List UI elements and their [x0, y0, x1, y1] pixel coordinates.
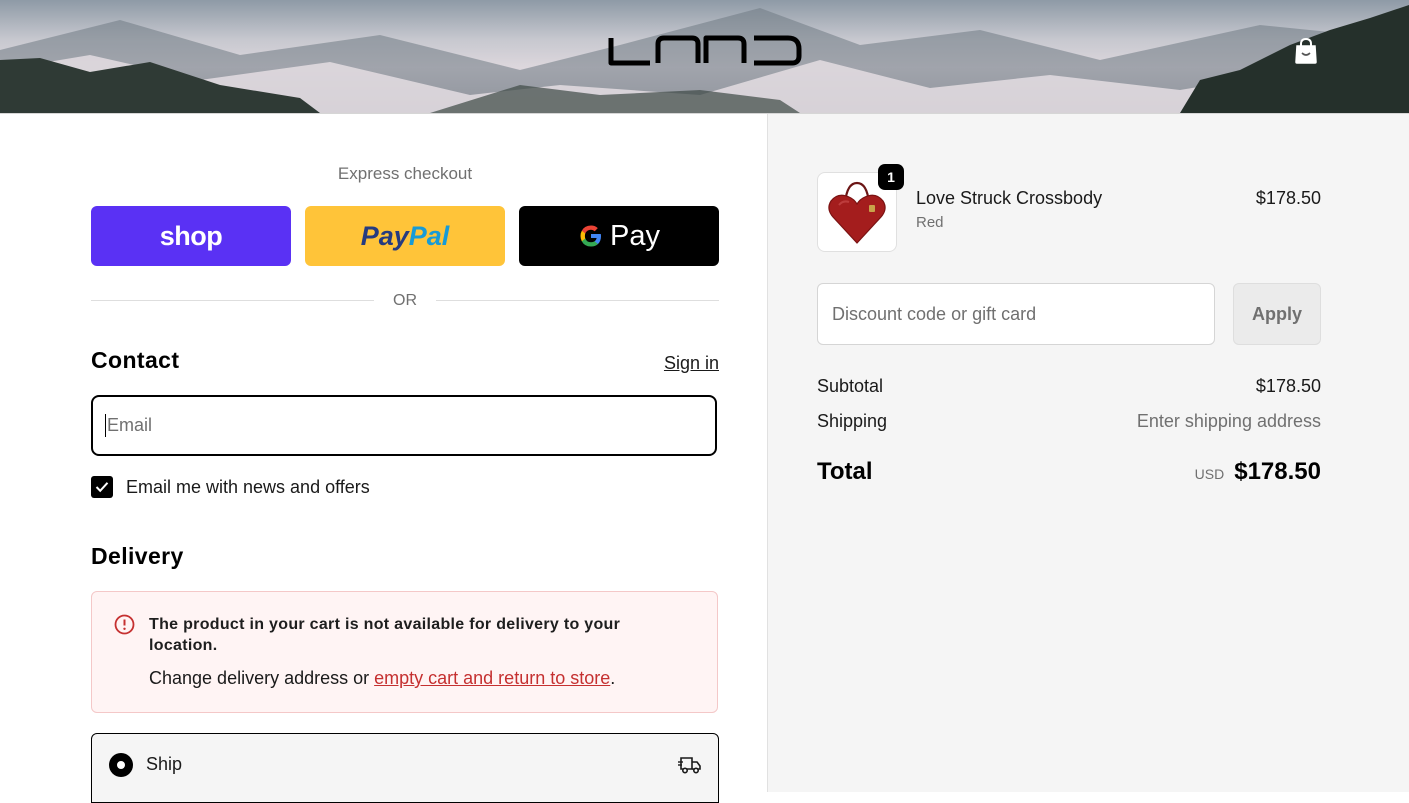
product-price: $178.50	[1255, 188, 1321, 208]
newsletter-checkbox[interactable]	[91, 476, 113, 498]
paypal-button[interactable]: PayPal	[305, 206, 505, 266]
or-label: OR	[393, 292, 417, 309]
google-pay-label: Pay	[610, 219, 660, 252]
product-variant: Red	[916, 214, 944, 231]
apply-discount-button[interactable]: Apply	[1233, 283, 1321, 345]
delivery-error-body: Change delivery address or empty cart an…	[149, 668, 616, 688]
or-divider: OR	[91, 290, 719, 312]
ship-radio[interactable]	[109, 753, 133, 777]
newsletter-label: Email me with news and offers	[126, 476, 370, 497]
brand-logo[interactable]	[606, 34, 804, 68]
cart-button[interactable]	[1290, 36, 1322, 66]
shipping-value: Enter shipping address	[1136, 411, 1321, 431]
discount-code-input[interactable]	[817, 283, 1215, 345]
newsletter-checkbox-row[interactable]: Email me with news and offers	[91, 476, 370, 498]
delivery-heading: Delivery	[91, 543, 184, 569]
text-cursor	[105, 414, 106, 437]
total-value: $178.50	[1234, 458, 1321, 485]
subtotal-label: Subtotal	[817, 376, 884, 396]
total-currency: USD	[1194, 466, 1225, 482]
shop-pay-label: shop	[159, 220, 223, 251]
checkmark-icon	[95, 482, 109, 493]
ship-option[interactable]: Ship	[91, 733, 719, 803]
delivery-error-title: The product in your cart is not availabl…	[149, 616, 621, 654]
total-amount: USD $178.50	[1195, 458, 1321, 486]
divider-line-right	[436, 300, 719, 301]
ship-label: Ship	[146, 754, 183, 774]
shopping-bag-icon	[1295, 37, 1317, 64]
order-summary: 1 Love Struck Crossbody Red $178.50 Appl…	[767, 114, 1409, 792]
subtotal-value: $178.50	[1255, 376, 1321, 396]
header-banner	[0, 0, 1409, 114]
delivery-error-notice: The product in your cart is not availabl…	[91, 591, 718, 713]
paypal-label: PayPal	[360, 220, 450, 251]
sign-in-link[interactable]: Sign in	[664, 353, 719, 374]
shop-pay-button[interactable]: shop	[91, 206, 291, 266]
empty-cart-link[interactable]: empty cart and return to store	[374, 668, 610, 688]
contact-heading: Contact	[91, 347, 180, 373]
checkout-form: Express checkout shop PayPal Pay OR Cont…	[0, 114, 767, 803]
google-g-icon	[580, 225, 601, 247]
product-name: Love Struck Crossbody	[916, 188, 1103, 208]
express-checkout-title: Express checkout	[337, 164, 473, 183]
error-circle-icon	[114, 614, 135, 635]
shipping-label: Shipping	[817, 411, 888, 431]
delivery-truck-icon	[678, 757, 701, 774]
google-pay-button[interactable]: Pay	[519, 206, 719, 266]
total-label: Total	[817, 458, 873, 485]
email-input[interactable]	[91, 395, 717, 456]
quantity-badge: 1	[878, 164, 904, 190]
